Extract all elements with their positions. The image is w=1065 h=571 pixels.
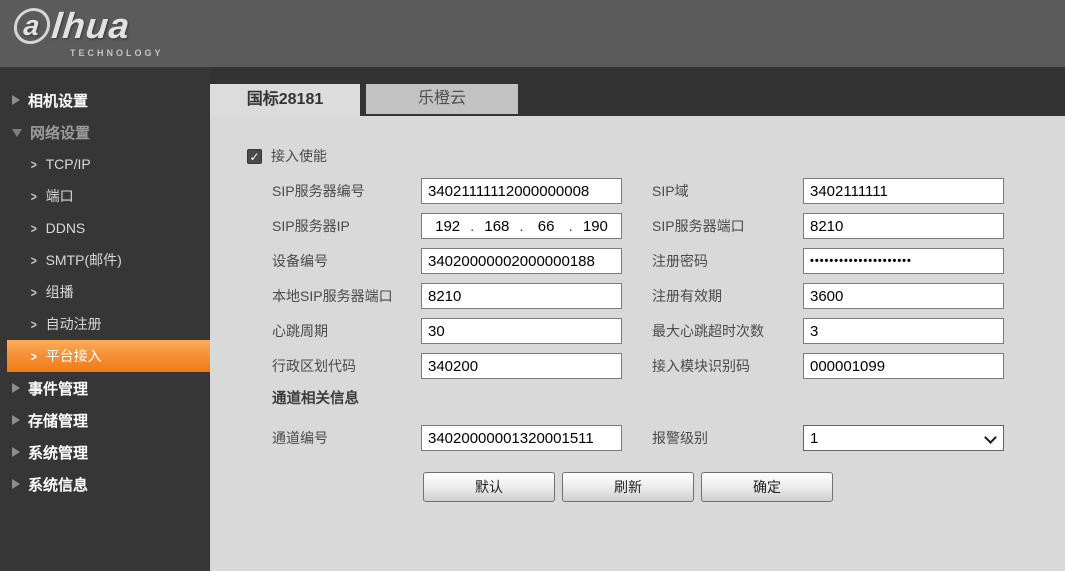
sidebar-item-label: 端口 xyxy=(46,186,74,206)
dahua-logo-rest: lhua xyxy=(50,5,132,47)
form-row: 设备编号 注册密码 xyxy=(210,248,1065,274)
sip-server-port-label: SIP服务器端口 xyxy=(652,213,745,239)
sidebar-item-auto-register[interactable]: > 自动注册 xyxy=(0,308,210,340)
enable-access-row: ✓ 接入使能 xyxy=(247,149,327,164)
sidebar-item-ddns[interactable]: > DDNS xyxy=(0,212,210,244)
tab-lechengyun[interactable]: 乐橙云 xyxy=(366,84,518,114)
ip-octet-3[interactable]: 66 xyxy=(525,218,568,235)
chevron-right-icon: > xyxy=(31,158,37,171)
sidebar-item-smtp[interactable]: > SMTP(邮件) xyxy=(0,244,210,276)
sidebar-item-network-settings[interactable]: 网络设置 xyxy=(0,116,210,148)
sip-server-ip-input[interactable]: 192 . 168 . 66 . 190 xyxy=(421,213,622,239)
form-row: SIP服务器IP 192 . 168 . 66 . 190 SIP服务器端口 xyxy=(210,213,1065,239)
ip-octet-4[interactable]: 190 xyxy=(574,218,617,235)
local-sip-port-label: 本地SIP服务器端口 xyxy=(272,283,393,309)
sip-server-ip-label: SIP服务器IP xyxy=(272,213,350,239)
sidebar-item-label: DDNS xyxy=(46,220,86,236)
tab-strip: 国标28181 乐橙云 xyxy=(210,67,1065,116)
sidebar-item-label: 存储管理 xyxy=(28,410,88,431)
chevron-right-icon: > xyxy=(31,286,37,299)
sidebar-item-label: 相机设置 xyxy=(28,90,88,111)
sip-server-port-input[interactable] xyxy=(803,213,1004,239)
enable-access-label: 接入使能 xyxy=(271,149,327,164)
triangle-right-icon xyxy=(12,415,20,425)
access-module-id-label: 接入模块识别码 xyxy=(652,353,750,379)
register-password-input[interactable] xyxy=(803,248,1004,274)
channel-id-label: 通道编号 xyxy=(272,425,328,451)
chevron-right-icon: > xyxy=(31,318,37,331)
sidebar-item-label: 网络设置 xyxy=(30,122,90,143)
alarm-level-select[interactable]: 1 xyxy=(803,425,1004,451)
sip-server-id-input[interactable] xyxy=(421,178,622,204)
sidebar-item-label: 组播 xyxy=(46,282,74,302)
triangle-right-icon xyxy=(12,383,20,393)
sidebar-item-label: 系统信息 xyxy=(28,474,88,495)
alarm-level-select-wrap: 1 xyxy=(803,425,1004,451)
admin-division-code-input[interactable] xyxy=(421,353,622,379)
access-module-id-input[interactable] xyxy=(803,353,1004,379)
triangle-right-icon xyxy=(12,479,20,489)
chevron-right-icon: > xyxy=(31,222,37,235)
form-row: 心跳周期 最大心跳超时次数 xyxy=(210,318,1065,344)
sidebar-item-label: 平台接入 xyxy=(46,346,102,366)
max-heartbeat-timeout-label: 最大心跳超时次数 xyxy=(652,318,764,344)
dahua-logo-a-ring: a xyxy=(12,8,52,44)
sidebar-item-tcpip[interactable]: > TCP/IP xyxy=(0,148,210,180)
sip-server-id-label: SIP服务器编号 xyxy=(272,178,365,204)
device-id-label: 设备编号 xyxy=(272,248,328,274)
chevron-right-icon: > xyxy=(31,190,37,203)
ip-octet-2[interactable]: 168 xyxy=(475,218,518,235)
register-validity-input[interactable] xyxy=(803,283,1004,309)
dahua-logo-technology: TECHNOLOGY xyxy=(70,48,164,58)
checkmark-icon: ✓ xyxy=(249,151,259,163)
chevron-right-icon: > xyxy=(31,350,37,363)
dahua-logo-text: alhua xyxy=(12,5,166,47)
channel-id-input[interactable] xyxy=(421,425,622,451)
alarm-level-label: 报警级别 xyxy=(652,425,708,451)
header-bar: alhua TECHNOLOGY xyxy=(0,0,1065,67)
max-heartbeat-timeout-input[interactable] xyxy=(803,318,1004,344)
form-row: 通道编号 报警级别 1 xyxy=(210,425,1065,451)
register-validity-label: 注册有效期 xyxy=(652,283,722,309)
refresh-button[interactable]: 刷新 xyxy=(562,472,694,502)
sidebar-item-label: SMTP(邮件) xyxy=(46,250,122,270)
form-row: SIP服务器编号 SIP域 xyxy=(210,178,1065,204)
sidebar-item-multicast[interactable]: > 组播 xyxy=(0,276,210,308)
register-password-label: 注册密码 xyxy=(652,248,708,274)
channel-info-section-header: 通道相关信息 xyxy=(272,386,359,412)
ip-octet-1[interactable]: 192 xyxy=(426,218,469,235)
sidebar-item-label: 事件管理 xyxy=(28,378,88,399)
sidebar-item-event-management[interactable]: 事件管理 xyxy=(0,372,210,404)
heartbeat-period-label: 心跳周期 xyxy=(272,318,328,344)
default-button[interactable]: 默认 xyxy=(423,472,555,502)
sidebar-item-port[interactable]: > 端口 xyxy=(0,180,210,212)
sip-domain-label: SIP域 xyxy=(652,178,689,204)
triangle-down-icon xyxy=(12,129,22,137)
triangle-right-icon xyxy=(12,447,20,457)
sidebar-item-system-management[interactable]: 系统管理 xyxy=(0,436,210,468)
sidebar-item-label: TCP/IP xyxy=(46,156,91,172)
admin-division-code-label: 行政区划代码 xyxy=(272,353,356,379)
tab-gb28181[interactable]: 国标28181 xyxy=(210,84,360,116)
device-id-input[interactable] xyxy=(421,248,622,274)
sidebar-item-label: 系统管理 xyxy=(28,442,88,463)
form-row: 行政区划代码 接入模块识别码 xyxy=(210,353,1065,379)
dahua-logo: alhua TECHNOLOGY xyxy=(14,5,164,58)
triangle-right-icon xyxy=(12,95,20,105)
sidebar-item-camera-settings[interactable]: 相机设置 xyxy=(0,84,210,116)
sidebar-item-system-info[interactable]: 系统信息 xyxy=(0,468,210,500)
heartbeat-period-input[interactable] xyxy=(421,318,622,344)
sip-domain-input[interactable] xyxy=(803,178,1004,204)
sidebar-item-storage-management[interactable]: 存储管理 xyxy=(0,404,210,436)
form-row: 本地SIP服务器端口 注册有效期 xyxy=(210,283,1065,309)
sidebar-nav: 相机设置 网络设置 > TCP/IP > 端口 > DDNS > SMTP(邮件… xyxy=(0,67,210,571)
chevron-right-icon: > xyxy=(31,254,37,267)
sidebar-item-platform-access[interactable]: > 平台接入 xyxy=(7,340,210,372)
platform-access-form: ✓ 接入使能 SIP服务器编号 SIP域 SIP服务器IP 192 . 168 … xyxy=(210,116,1065,571)
confirm-button[interactable]: 确定 xyxy=(701,472,833,502)
sidebar-item-label: 自动注册 xyxy=(46,314,102,334)
enable-access-checkbox[interactable]: ✓ xyxy=(247,149,262,164)
local-sip-port-input[interactable] xyxy=(421,283,622,309)
